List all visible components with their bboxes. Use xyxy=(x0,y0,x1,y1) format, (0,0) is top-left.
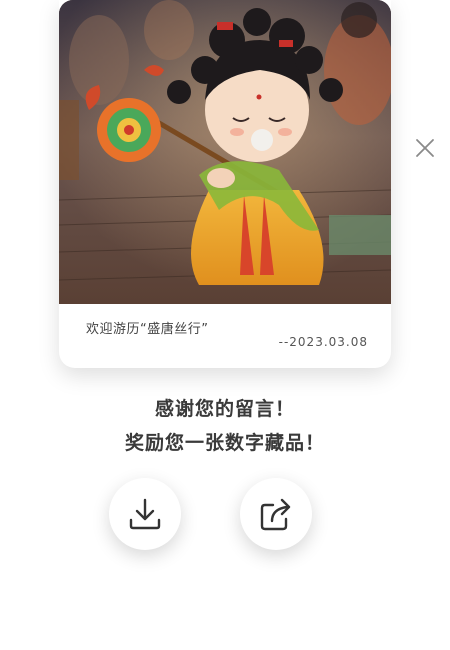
reward-message: 奖励您一张数字藏品！ xyxy=(124,432,325,454)
thanks-message: 感谢您的留言！ xyxy=(154,398,295,420)
share-icon xyxy=(260,498,291,531)
collectible-image xyxy=(59,0,391,304)
card-caption: 欢迎游历“盛唐丝行” xyxy=(86,322,209,337)
download-icon xyxy=(129,498,161,530)
download-button[interactable] xyxy=(109,478,181,550)
share-button[interactable] xyxy=(240,478,312,550)
close-button[interactable] xyxy=(410,133,440,163)
card-date: --2023.03.08 xyxy=(278,335,368,349)
collectible-card: 欢迎游历“盛唐丝行” --2023.03.08 xyxy=(59,0,391,368)
close-icon xyxy=(416,139,434,157)
